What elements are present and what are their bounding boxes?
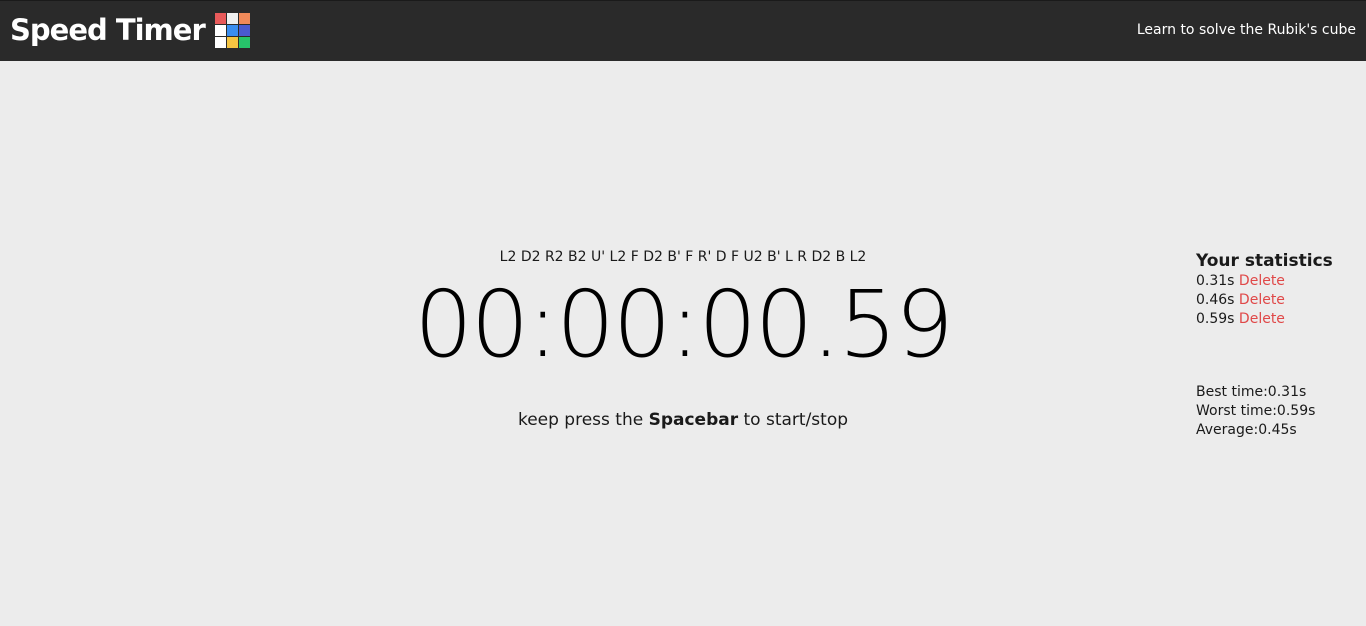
logo-cell	[214, 24, 226, 36]
logo-cell	[214, 12, 226, 24]
timer-display: 00:00:00.59	[414, 271, 954, 378]
timer-panel: L2 D2 R2 B2 U' L2 F D2 B' F R' D F U2 B'…	[340, 246, 1026, 432]
average-time: Average:0.45s	[1196, 422, 1297, 438]
logo-cell	[226, 12, 238, 24]
statistics-summary: Best time:0.31s Worst time:0.59s Average…	[1196, 383, 1361, 440]
app-title[interactable]: Speed Timer	[10, 10, 206, 50]
solve-time-row: 0.31s Delete	[1196, 272, 1361, 291]
best-time: Best time:0.31s	[1196, 384, 1307, 400]
brand[interactable]: Speed Timer	[10, 10, 250, 50]
top-bar: Speed Timer Learn to solve the Rubik's c…	[0, 0, 1366, 61]
statistics-title: Your statistics	[1196, 251, 1333, 271]
learn-to-solve-link[interactable]: Learn to solve the Rubik's cube	[1137, 20, 1356, 40]
solve-time: 0.31s	[1196, 273, 1235, 289]
delete-time-button[interactable]: Delete	[1239, 273, 1285, 289]
solve-time: 0.59s	[1196, 311, 1235, 327]
spacebar-key-label: Spacebar	[648, 410, 739, 430]
logo-cell	[238, 12, 250, 24]
scramble-sequence: L2 D2 R2 B2 U' L2 F D2 B' F R' D F U2 B'…	[499, 249, 867, 265]
hint-prefix: keep press the	[517, 410, 649, 430]
delete-time-button[interactable]: Delete	[1239, 311, 1285, 327]
statistics-panel: Your statistics 0.31s Delete 0.46s Delet…	[1196, 251, 1361, 440]
logo-cell	[226, 24, 238, 36]
worst-time: Worst time:0.59s	[1196, 403, 1316, 419]
instruction-text: keep press the Spacebar to start/stop	[340, 408, 1026, 432]
solve-time-row: 0.59s Delete	[1196, 310, 1361, 329]
hint-suffix: to start/stop	[738, 410, 849, 430]
logo-cell	[226, 36, 238, 48]
logo-cell	[238, 24, 250, 36]
delete-time-button[interactable]: Delete	[1239, 292, 1285, 308]
rubiks-cube-logo-icon	[214, 12, 250, 48]
solve-time-row: 0.46s Delete	[1196, 291, 1361, 310]
logo-cell	[238, 36, 250, 48]
solve-time: 0.46s	[1196, 292, 1235, 308]
logo-cell	[214, 36, 226, 48]
